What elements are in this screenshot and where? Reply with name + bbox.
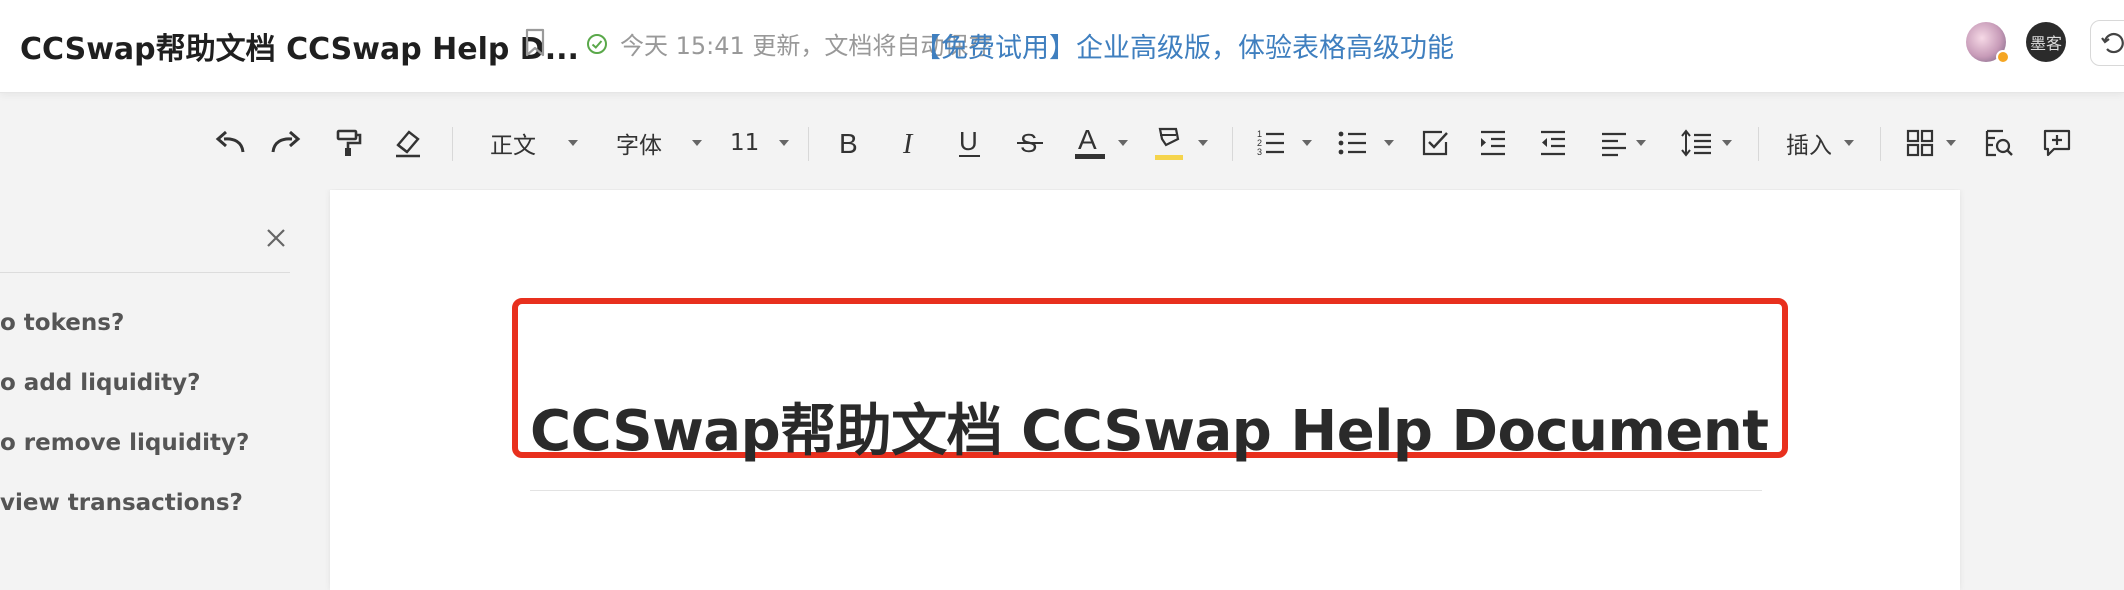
formatting-toolbar: 正文 字体 11 B I U S A 123 插入 [0,93,2124,189]
insert-label: 插入 [1786,133,1832,159]
svg-text:U: U [959,127,978,156]
ordered-list-button[interactable]: 123 [1256,123,1312,163]
chevron-down-icon [1198,140,1208,146]
chevron-down-icon [1302,140,1312,146]
check-circle-icon [587,33,607,54]
outline-sidebar: o tokens? o add liquidity? o remove liqu… [0,190,300,532]
close-icon[interactable] [264,226,288,254]
underline-icon[interactable]: U [956,123,984,163]
history-icon [2101,32,2124,54]
document-page[interactable]: CCSwap帮助文档 CCSwap Help Document [330,190,1960,590]
online-dot [1996,50,2010,64]
chevron-down-icon [1946,140,1956,146]
chevron-down-icon [1844,140,1854,146]
font-family-select[interactable]: 字体 [616,123,702,163]
indent-increase-icon[interactable] [1478,123,1508,163]
ordered-list-icon: 123 [1257,129,1284,157]
document-heading[interactable]: CCSwap帮助文档 CCSwap Help Document [530,386,1769,467]
outline-item[interactable]: o remove liquidity? [0,430,249,456]
bullet-list-button[interactable] [1338,123,1394,163]
avatar[interactable] [1966,22,2010,64]
toolbar-divider [1880,127,1881,161]
indent-decrease-icon[interactable] [1538,123,1568,163]
svg-text:I: I [902,129,914,158]
bullet-list-icon [1338,131,1366,155]
add-comment-icon[interactable] [2042,123,2072,163]
toolbar-divider [452,127,453,161]
align-left-icon [1602,132,1626,157]
clear-format-icon[interactable] [392,123,424,163]
redo-icon[interactable] [268,123,304,163]
svg-text:B: B [839,128,858,158]
chevron-down-icon [1722,140,1732,146]
svg-text:A: A [1078,125,1097,155]
grid-icon [1906,129,1934,157]
font-color-icon: A [1075,125,1105,159]
align-button[interactable] [1600,123,1646,163]
font-size-label: 11 [730,130,760,156]
sidebar-divider [0,272,290,273]
toolbar-divider [808,127,809,161]
font-color-button[interactable]: A [1074,123,1128,163]
promo-link[interactable]: 【免费试用】企业高级版，体验表格高级功能 [914,26,1454,65]
line-spacing-button[interactable] [1680,123,1732,163]
highlighter-icon [1155,127,1183,160]
chevron-down-icon [779,140,790,146]
font-family-label: 字体 [616,133,662,159]
undo-icon[interactable] [212,123,248,163]
insert-menu[interactable]: 插入 [1786,123,1854,163]
format-painter-icon[interactable] [334,123,364,163]
layout-button[interactable] [1906,123,1956,163]
bookmark-icon[interactable] [524,28,546,62]
italic-icon[interactable]: I [898,123,924,163]
chevron-down-icon [1636,140,1646,146]
find-replace-icon[interactable] [1984,123,2014,163]
chevron-down-icon [692,140,702,146]
toolbar-divider [1232,127,1233,161]
bold-icon[interactable]: B [836,123,862,163]
top-header: CCSwap帮助文档 CCSwap Help D... 今天 15:41 更新，… [0,0,2124,93]
toolbar-divider [1758,127,1759,161]
outline-item[interactable]: o tokens? [0,310,124,336]
avatar-text: 墨客 [2029,34,2062,53]
avatar[interactable]: 墨客 [2026,22,2066,62]
svg-text:3: 3 [1257,147,1262,157]
heading-underline [530,490,1762,491]
line-spacing-icon [1681,129,1711,157]
paragraph-style-label: 正文 [490,133,536,159]
paragraph-style-select[interactable]: 正文 [490,123,578,163]
chevron-down-icon [568,140,578,146]
chevron-down-icon [1384,140,1394,146]
outline-item[interactable]: o add liquidity? [0,370,200,396]
history-button[interactable] [2090,20,2124,66]
strikethrough-icon[interactable]: S [1016,123,1044,163]
outline-item[interactable]: view transactions? [0,490,243,516]
checklist-icon[interactable] [1420,123,1450,163]
document-title[interactable]: CCSwap帮助文档 CCSwap Help D... [20,24,579,68]
chevron-down-icon [1118,140,1128,146]
font-size-select[interactable]: 11 [730,123,790,163]
highlight-color-button[interactable] [1154,123,1208,163]
